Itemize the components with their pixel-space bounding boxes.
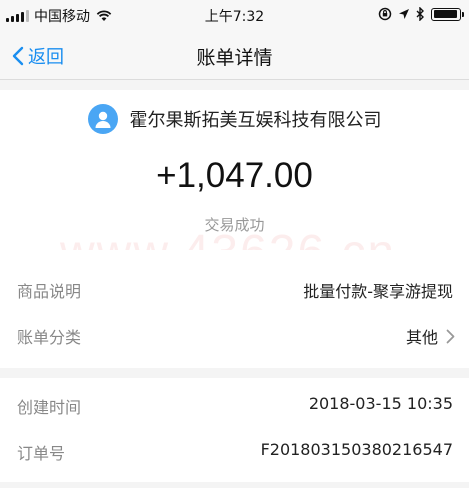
navigation-bar: 返回 账单详情 (0, 30, 469, 80)
bill-summary-card: 霍尔果斯拓美互娱科技有限公司 +1,047.00 交易成功 (0, 90, 469, 250)
orientation-lock-icon (378, 7, 392, 21)
merchant-name: 霍尔果斯拓美互娱科技有限公司 (129, 110, 382, 131)
page-title: 账单详情 (196, 47, 273, 69)
detail-row-description: 商品说明 批量付款-聚享游提现 (0, 266, 469, 312)
detail-group-order: 创建时间 2018-03-15 10:35 订单号 F2018031503802… (0, 378, 469, 482)
created-time-label: 创建时间 (17, 398, 82, 417)
detail-row-created-time: 创建时间 2018-03-15 10:35 (0, 382, 469, 428)
detail-row-order-number: 订单号 F20180315038021654​7 (0, 428, 469, 474)
detail-row-category[interactable]: 账单分类 其他 (0, 312, 469, 358)
merchant-row[interactable]: 霍尔果斯拓美互娱科技有限公司 (0, 104, 469, 134)
user-icon (95, 111, 110, 128)
order-number-value: F20180315038021654​7 (260, 440, 453, 459)
detail-group-product: 商品说明 批量付款-聚享游提现 账单分类 其他 (0, 250, 469, 368)
description-value: 批量付款-聚享游提现 (303, 282, 453, 301)
category-label: 账单分类 (17, 328, 82, 347)
chevron-right-icon (446, 329, 455, 343)
bottom-spacer (0, 482, 469, 488)
battery-icon (431, 7, 464, 21)
category-value-wrap: 其他 (406, 324, 455, 348)
category-value: 其他 (405, 328, 438, 347)
bluetooth-icon (416, 7, 424, 21)
location-icon (399, 9, 409, 19)
transaction-amount: +1,047.00 (156, 156, 313, 195)
status-bar: 中国移动 上午7:32 (0, 0, 469, 30)
created-time-value: 2018-03-15 10:35 (308, 394, 453, 413)
transaction-status: 交易成功 (204, 216, 265, 234)
description-label: 商品说明 (17, 282, 82, 301)
avatar (87, 104, 118, 134)
order-number-label: 订单号 (17, 444, 66, 463)
